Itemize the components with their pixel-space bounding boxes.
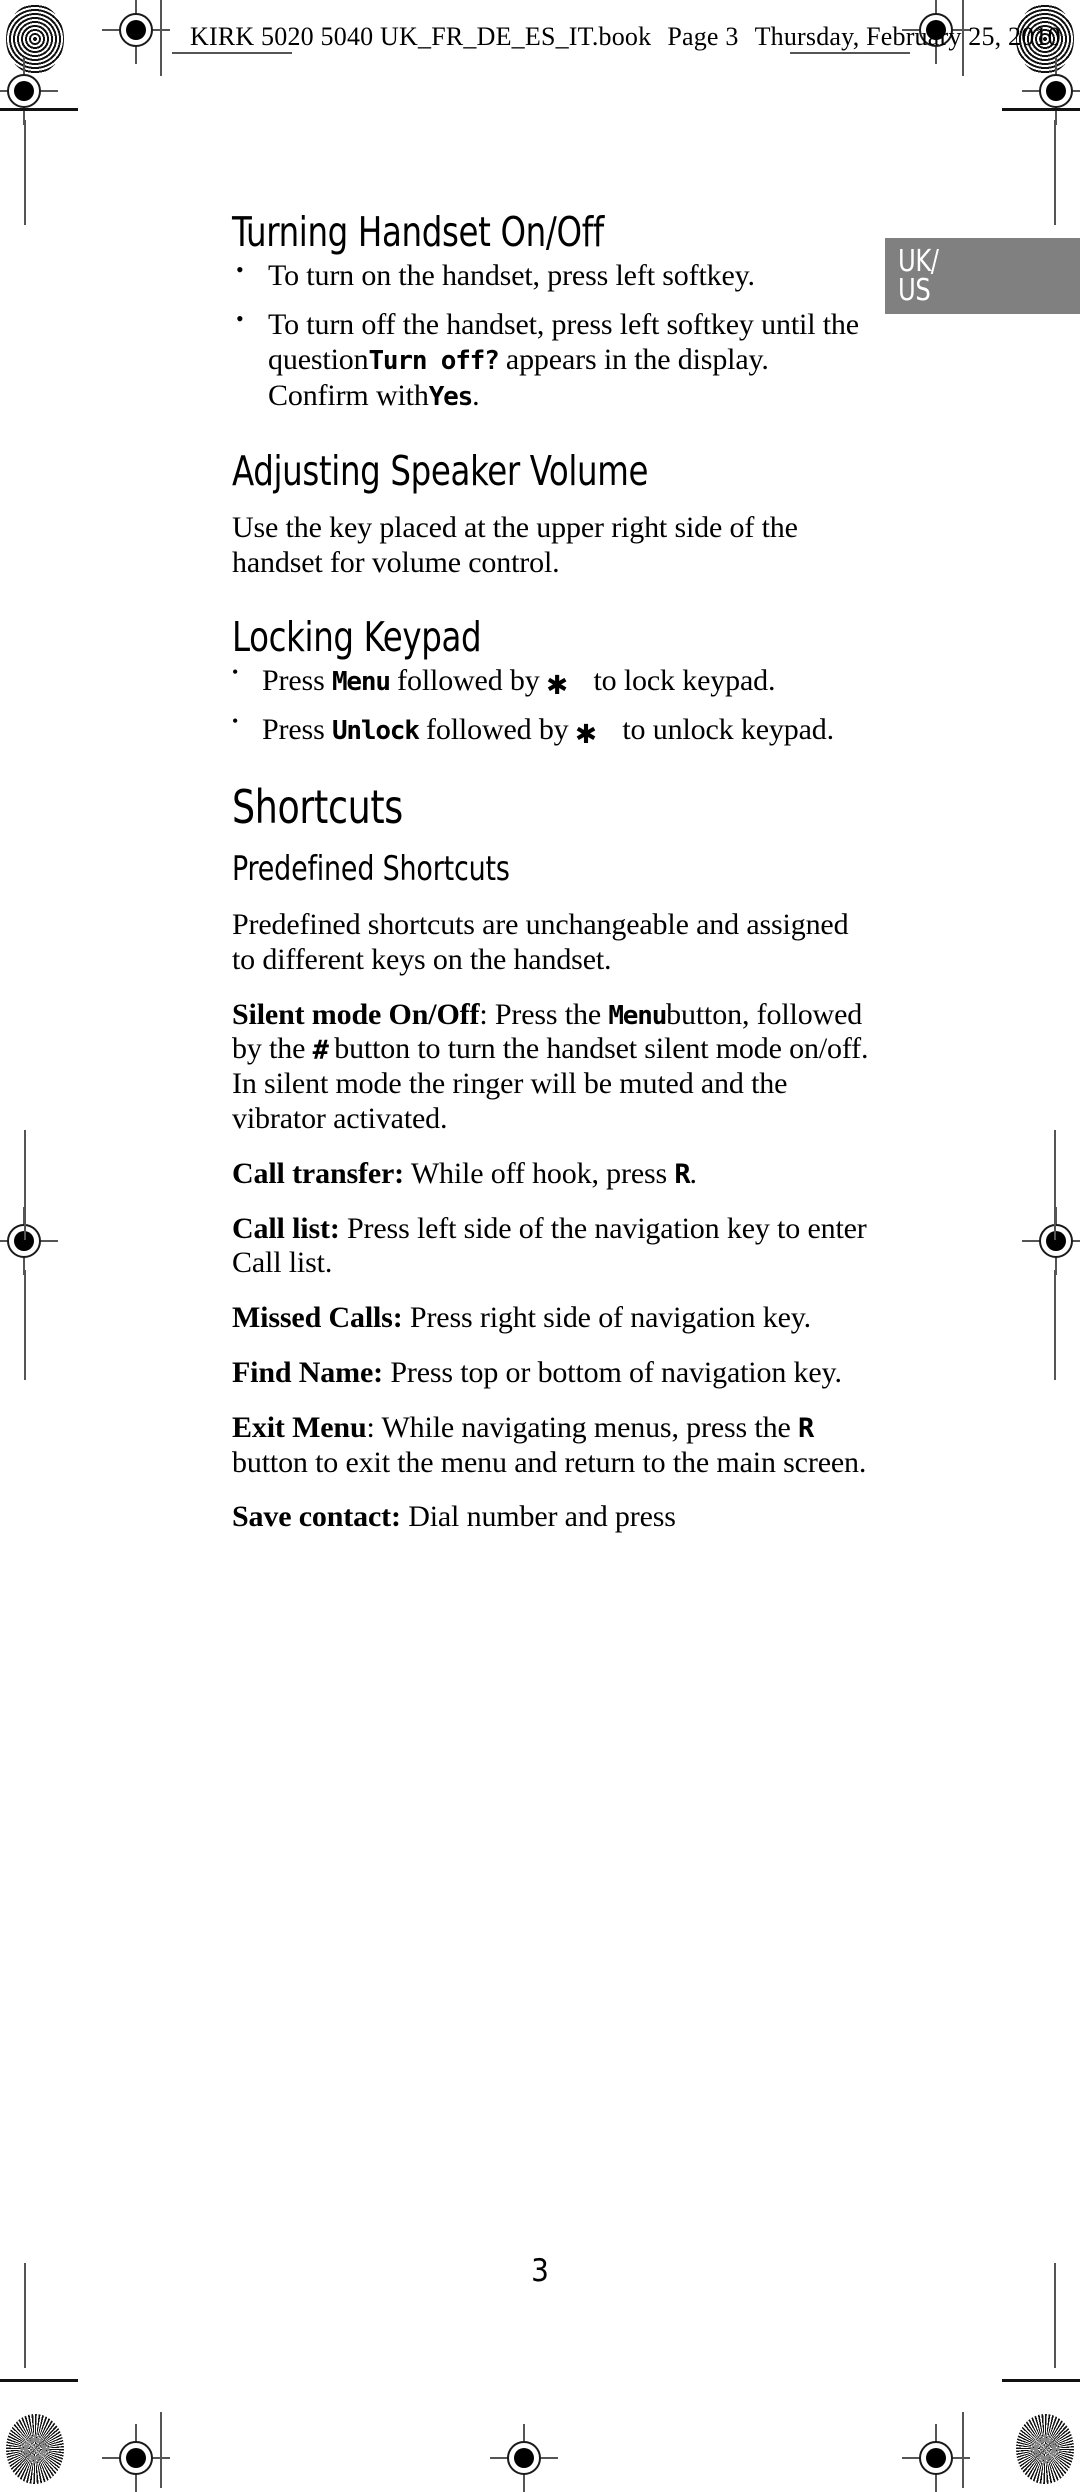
list-item: Press Unlock followed by ✱to unlock keyp… [232,711,872,752]
registration-target-left-upper [0,57,58,125]
starburst-mark-bottom-left [6,2414,64,2484]
page-content: Turning Handset On/Off To turn on the ha… [232,210,872,1535]
label-call-list: Call list: [232,1211,340,1245]
lcd-label-turn-off: Turn off? [368,346,499,377]
paragraph-find-name: Find Name: Press top or bottom of naviga… [232,1355,842,1389]
asterisk-key-icon: ✱ [546,662,568,703]
trim-rule-top-right [1002,108,1080,111]
book-header-filename: KIRK 5020 5040 UK_FR_DE_ES_IT.book [190,22,652,51]
label-missed-calls: Missed Calls: [232,1301,403,1335]
lcd-label-yes: Yes [428,381,474,412]
bullet-text-lock: Press Menu followed by ✱ to lock keypad. [262,662,776,703]
trim-guide-vertical-right-mid-b [1054,1270,1056,1380]
starburst-mark-top-left [6,4,64,74]
paragraph-save-contact: Save contact: Dial number and press [232,1500,676,1534]
registration-target-top-left [102,0,170,64]
paragraph-call-transfer: Call transfer: While off hook, press R. [232,1156,697,1190]
trim-rule-top-left [0,108,78,111]
trim-guide-vertical-top-left [160,0,162,76]
registration-target-right-upper [1022,57,1080,125]
paragraph-exit-menu: Exit Menu: While navigating menus, press… [232,1410,867,1479]
list-item: To turn on the handset, press left softk… [232,257,872,293]
trim-guide-vertical-left-mid-b [24,1270,26,1380]
label-call-transfer: Call transfer: [232,1156,405,1190]
trim-guide-horizontal-top-left [172,52,292,54]
heading-locking-keypad: Locking Keypad [232,612,482,661]
lcd-label-menu-silent: Menu [608,1000,667,1031]
r-key-icon: R [797,1412,814,1444]
asterisk-key-icon: ✱ [575,711,597,752]
page-number: 3 [531,2253,549,2289]
label-save-contact: Save contact: [232,1500,401,1534]
bullet-text-turn-off: To turn off the handset, press left soft… [268,308,859,412]
list-turning-handset: To turn on the handset, press left softk… [232,257,872,412]
registration-target-left-middle [0,1207,58,1275]
hash-key-icon: # [312,1035,329,1067]
paragraph-speaker-volume: Use the key placed at the upper right si… [232,510,798,579]
label-exit-menu: Exit Menu [232,1410,367,1444]
list-item: To turn off the handset, press left soft… [232,306,872,412]
trim-guide-vertical-right-upper [1054,120,1056,225]
heading-predefined-shortcuts: Predefined Shortcuts [232,848,510,889]
label-silent-mode: Silent mode On/Off [232,997,480,1031]
paragraph-predefined-intro: Predefined shortcuts are unchangeable an… [232,908,849,976]
book-header-line: KIRK 5020 5040 UK_FR_DE_ES_IT.book Page 3… [190,22,1077,52]
heading-adjusting-speaker-volume: Adjusting Speaker Volume [232,446,649,495]
r-key-icon: R [674,1158,690,1190]
trim-rule-bottom-right [1002,2379,1080,2382]
label-find-name: Find Name: [232,1355,383,1389]
registration-target-bottom-center [490,2424,558,2492]
paragraph-missed-calls: Missed Calls: Press right side of naviga… [232,1301,811,1335]
lcd-label-unlock: Unlock [331,715,420,746]
registration-target-right-middle [1022,1207,1080,1275]
trim-guide-horizontal-top-right [790,52,910,54]
trim-rule-bottom-left [0,2379,78,2382]
list-item: Press Menu followed by ✱to lock keypad. [232,662,872,703]
book-header-page: Page 3 [667,22,739,51]
registration-target-bottom-left [102,2424,170,2492]
region-tab-uk-us: UK/ US [885,238,1080,314]
region-tab-line-1: UK/ [898,244,939,279]
list-locking-keypad: Press Menu followed by ✱to lock keypad. … [232,662,872,752]
heading-turning-handset-on-off: Turning Handset On/Off [232,208,604,256]
trim-guide-vertical-left-mid-a [24,1130,26,1240]
bullet-text-turn-on: To turn on the handset, press left softk… [268,259,755,293]
registration-target-bottom-right [902,2424,970,2492]
lcd-label-menu-lock: Menu [331,666,391,697]
trim-guide-vertical-right-mid-a [1054,1130,1056,1240]
trim-guide-vertical-bottom-right [962,2412,964,2488]
trim-guide-vertical-bottom-left [160,2412,162,2488]
trim-guide-vertical-left-upper [24,120,26,225]
region-tab-line-2: US [898,273,931,309]
book-header-date: Thursday, February 25, 2010 [754,22,1061,51]
paragraph-silent-mode: Silent mode On/Off: Press the Menubutton… [232,997,869,1135]
heading-shortcuts: Shortcuts [232,779,403,834]
paragraph-call-list: Call list: Press left side of the naviga… [232,1211,867,1280]
starburst-mark-bottom-right [1016,2414,1074,2484]
bullet-text-unlock: Press Unlock followed by ✱ to unlock keyp… [262,711,834,752]
